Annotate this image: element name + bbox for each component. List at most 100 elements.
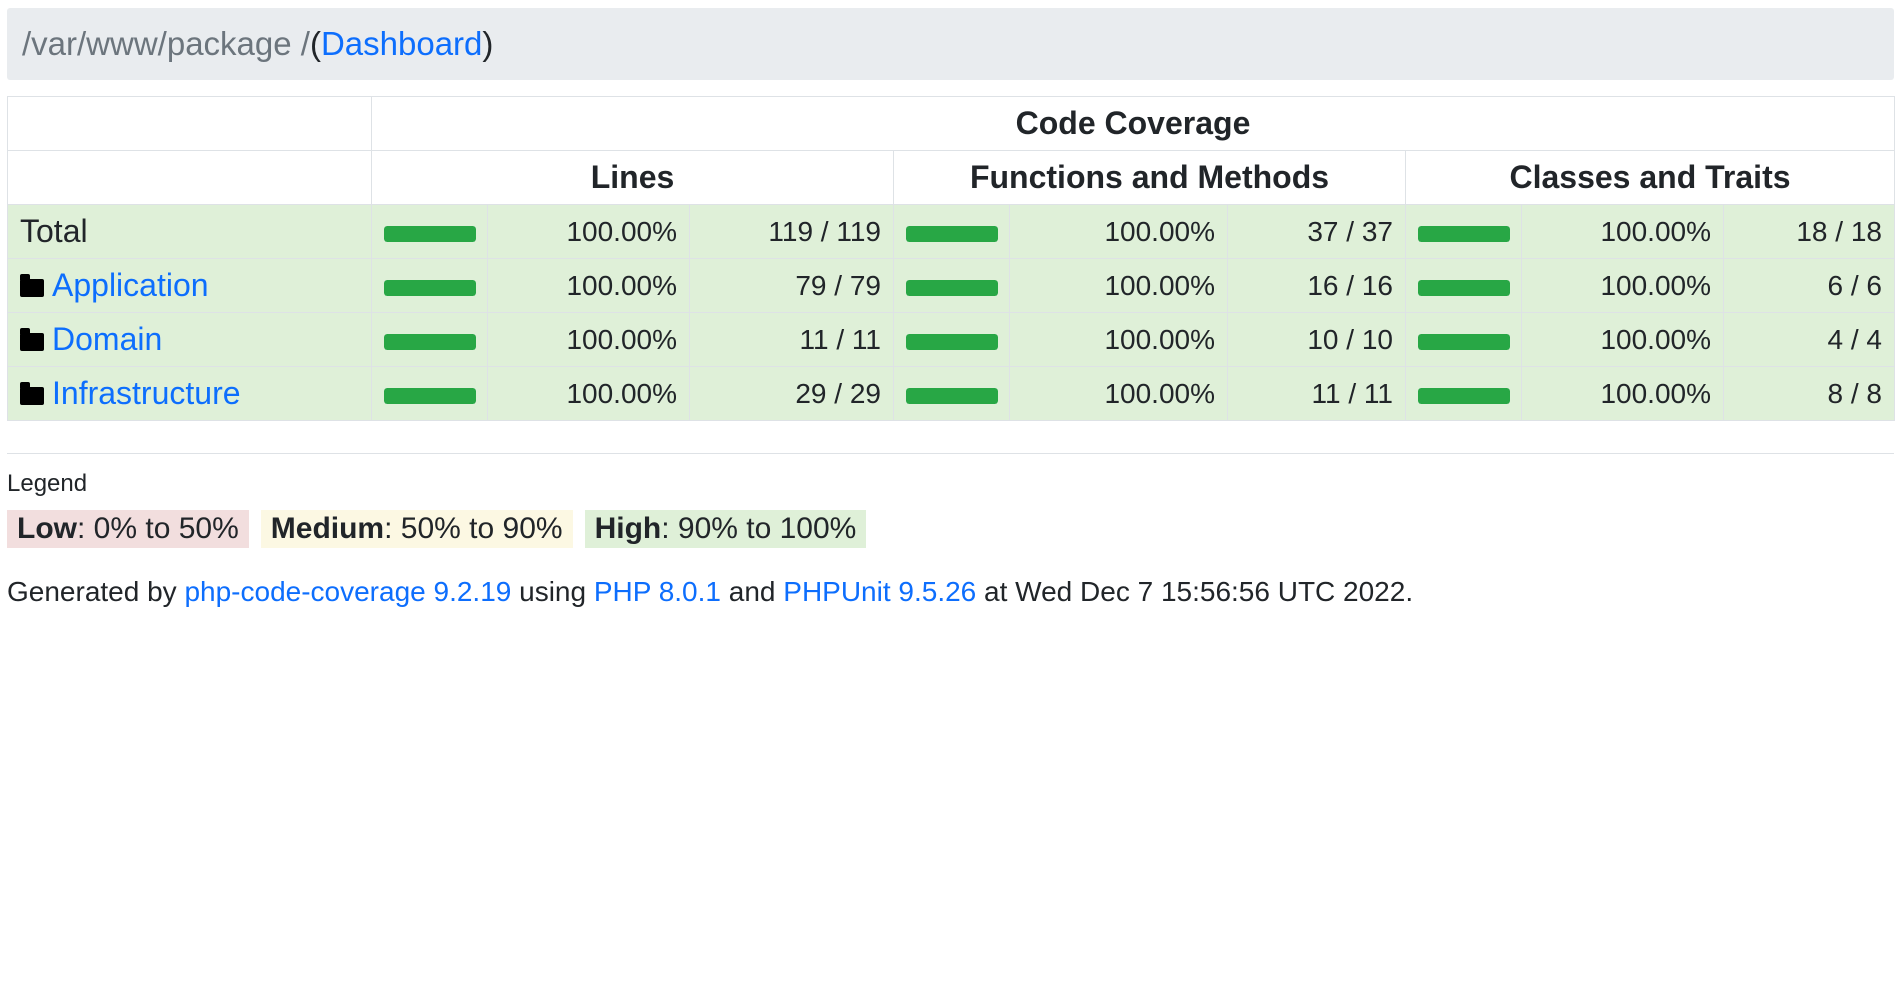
functions-ratio: 16 / 16 [1227, 258, 1406, 313]
lines-progress-bar [384, 225, 476, 242]
row-name-cell: Total [7, 204, 372, 259]
footer-suffix: at Wed Dec 7 15:56:56 UTC 2022. [976, 576, 1414, 607]
header-classes: Classes and Traits [1405, 150, 1895, 205]
classes-ratio: 6 / 6 [1723, 258, 1895, 313]
classes-progress-fill [1418, 387, 1510, 404]
functions-progress-cell [893, 366, 1010, 421]
functions-progress-bar [906, 333, 998, 350]
row-name-cell: Infrastructure [7, 366, 372, 421]
classes-ratio: 8 / 8 [1723, 366, 1895, 421]
classes-percent: 100.00% [1521, 204, 1724, 259]
lines-progress-cell [371, 204, 488, 259]
lines-percent: 100.00% [487, 312, 690, 367]
classes-progress-fill [1418, 333, 1510, 350]
classes-progress-cell [1405, 204, 1522, 259]
classes-percent: 100.00% [1521, 366, 1724, 421]
row-name-cell: Application [7, 258, 372, 313]
lines-percent: 100.00% [487, 204, 690, 259]
classes-progress-fill [1418, 279, 1510, 296]
breadcrumb-path: /var/www/package / [22, 25, 310, 62]
lines-progress-cell [371, 366, 488, 421]
functions-ratio: 37 / 37 [1227, 204, 1406, 259]
classes-progress-bar [1418, 387, 1510, 404]
lines-progress-cell [371, 258, 488, 313]
table-row: Domain 100.00% 11 / 11 100.00% 10 / 10 100.00… [7, 312, 1895, 367]
lines-progress-cell [371, 312, 488, 367]
footer-and: and [720, 576, 784, 607]
php-link[interactable]: PHP 8.0.1 [594, 576, 721, 607]
legend-medium-label: Medium [270, 512, 385, 545]
header-row-group: Code Coverage [7, 96, 1895, 151]
classes-progress-bar [1418, 333, 1510, 350]
footer-prefix: Generated by [7, 576, 185, 607]
breadcrumb-close-paren: ) [482, 25, 494, 62]
functions-percent: 100.00% [1009, 366, 1228, 421]
functions-progress-fill [906, 279, 998, 296]
classes-progress-cell [1405, 366, 1522, 421]
legend-medium: Medium: 50% to 90% [260, 510, 573, 548]
dashboard-link[interactable]: Dashboard [321, 25, 482, 63]
legend-low-range: : 0% to 50% [77, 512, 239, 545]
classes-progress-fill [1418, 225, 1510, 242]
functions-percent: 100.00% [1009, 312, 1228, 367]
lines-progress-bar [384, 387, 476, 404]
page-container: /var/www/package / ( Dashboard ) Code Co… [7, 8, 1895, 608]
divider [7, 453, 1894, 454]
table-row: Infrastructure 100.00% 29 / 29 100.00% 11 / … [7, 366, 1895, 421]
breadcrumb-open-paren: ( [309, 25, 321, 62]
footer-using: using [511, 576, 594, 607]
classes-progress-cell [1405, 258, 1522, 313]
directory-link[interactable]: Infrastructure [52, 375, 241, 411]
lines-percent: 100.00% [487, 258, 690, 313]
lines-ratio: 119 / 119 [689, 204, 894, 259]
phpunit-link[interactable]: PHPUnit 9.5.26 [783, 576, 976, 607]
lines-ratio: 29 / 29 [689, 366, 894, 421]
functions-progress-bar [906, 279, 998, 296]
legend-high-label: High [594, 512, 662, 545]
breadcrumb: /var/www/package / ( Dashboard ) [7, 8, 1894, 80]
coverage-table: Code Coverage Lines Functions and Method… [7, 96, 1895, 421]
directory-link[interactable]: Application [52, 267, 209, 303]
table-row: Application 100.00% 79 / 79 100.00% 16 / 16 1… [7, 258, 1895, 313]
header-empty-cell [7, 150, 372, 205]
folder-icon [20, 382, 44, 405]
functions-ratio: 11 / 11 [1227, 366, 1406, 421]
legend-medium-range: : 50% to 90% [384, 512, 563, 545]
coverage-table-body: Total 100.00% 119 / 119 100.00% 37 / 37 100.0… [7, 204, 1895, 421]
legend-high-range: : 90% to 100% [661, 512, 857, 545]
classes-progress-bar [1418, 279, 1510, 296]
header-empty-cell [7, 96, 372, 151]
lines-progress-fill [384, 387, 476, 404]
total-label: Total [20, 213, 88, 249]
lines-progress-fill [384, 333, 476, 350]
functions-progress-bar [906, 387, 998, 404]
classes-ratio: 4 / 4 [1723, 312, 1895, 367]
header-functions: Functions and Methods [893, 150, 1406, 205]
footer: Generated by php-code-coverage 9.2.19 us… [7, 576, 1894, 608]
functions-progress-bar [906, 225, 998, 242]
header-lines: Lines [371, 150, 894, 205]
functions-progress-fill [906, 387, 998, 404]
directory-link[interactable]: Domain [52, 321, 162, 357]
classes-ratio: 18 / 18 [1723, 204, 1895, 259]
lines-progress-bar [384, 333, 476, 350]
functions-progress-cell [893, 312, 1010, 367]
classes-progress-bar [1418, 225, 1510, 242]
lines-percent: 100.00% [487, 366, 690, 421]
row-name-cell: Domain [7, 312, 372, 367]
classes-percent: 100.00% [1521, 258, 1724, 313]
lines-ratio: 11 / 11 [689, 312, 894, 367]
lines-ratio: 79 / 79 [689, 258, 894, 313]
functions-progress-cell [893, 258, 1010, 313]
php-code-coverage-link[interactable]: php-code-coverage 9.2.19 [184, 576, 511, 607]
legend: Low: 0% to 50% Medium: 50% to 90% High: … [7, 510, 1894, 548]
functions-percent: 100.00% [1009, 204, 1228, 259]
table-row: Total 100.00% 119 / 119 100.00% 37 / 37 100.0… [7, 204, 1895, 259]
functions-ratio: 10 / 10 [1227, 312, 1406, 367]
folder-icon [20, 274, 44, 297]
folder-icon [20, 328, 44, 351]
header-code-coverage: Code Coverage [371, 96, 1895, 151]
classes-progress-cell [1405, 312, 1522, 367]
legend-high: High: 90% to 100% [584, 510, 867, 548]
functions-progress-fill [906, 333, 998, 350]
